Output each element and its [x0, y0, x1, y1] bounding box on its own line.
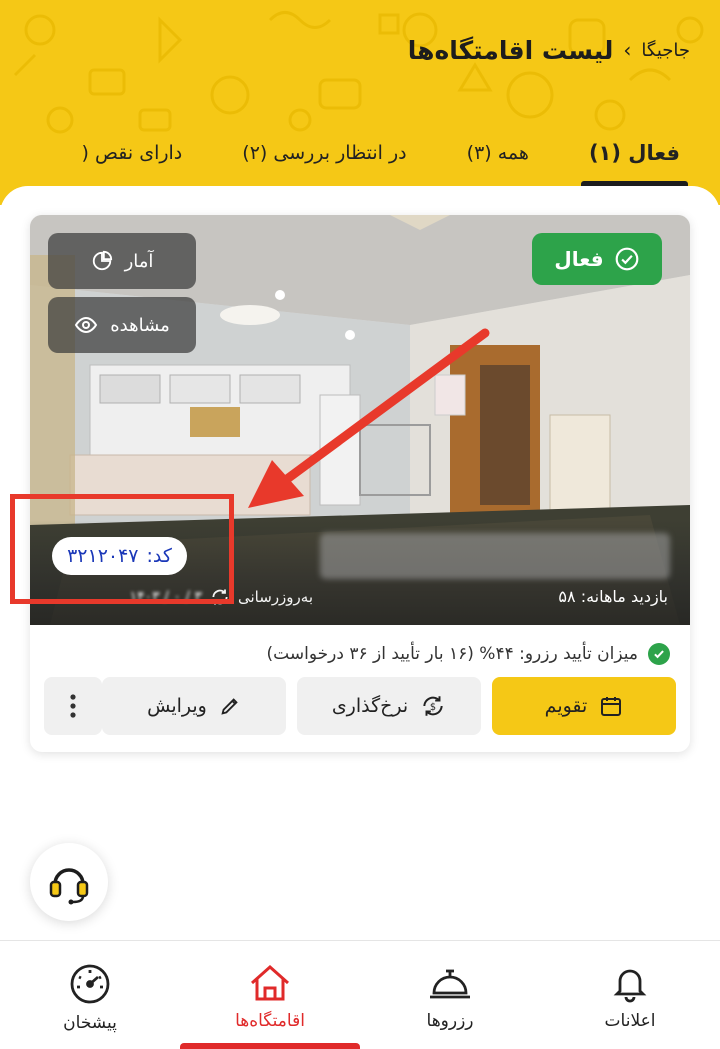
check-icon	[648, 643, 670, 665]
calendar-button-label: تقویم	[544, 695, 588, 717]
tab-active-label: فعال (۱)	[588, 141, 680, 165]
house-icon	[251, 964, 289, 1001]
eye-icon	[75, 316, 98, 334]
dashboard-gauge-icon	[70, 964, 110, 1004]
breadcrumb-root-link[interactable]: جاجیگا	[641, 40, 690, 61]
approval-rate: میزان تأیید رزرو: ۴۴% (۱۶ بار تأیید از ۳…	[267, 641, 670, 667]
monthly-visits: بازدید ماهانه: ۵۸	[558, 587, 668, 606]
listing-actions: تقویم $ نرخ‌گذاری ویرایش	[44, 677, 676, 735]
tab-active[interactable]: فعال (۱)	[580, 120, 688, 186]
nav-dashboard[interactable]: پیشخان	[0, 941, 180, 1049]
nav-active-indicator	[180, 1043, 360, 1049]
pie-chart-icon	[92, 250, 112, 271]
more-vertical-icon	[70, 694, 76, 718]
svg-text:$: $	[430, 702, 436, 713]
nav-accommodations-label: اقامتگاه‌ها	[235, 1011, 305, 1031]
annotation-highlight-box	[10, 494, 234, 604]
nav-dashboard-label: پیشخان	[63, 1013, 117, 1033]
nav-reservations[interactable]: رزروها	[360, 941, 540, 1049]
tab-all[interactable]: همه (۳)	[467, 120, 529, 186]
status-badge-label: فعال	[554, 247, 604, 271]
nav-accommodations[interactable]: اقامتگاه‌ها	[180, 941, 360, 1049]
price-sync-icon: $	[423, 696, 443, 716]
service-bell-icon	[430, 969, 470, 999]
nav-notifications[interactable]: اعلانات	[540, 941, 720, 1049]
nav-reservations-label: رزروها	[426, 1011, 474, 1031]
tab-incomplete-label: دارای نقص (	[81, 142, 183, 164]
tab-incomplete[interactable]: دارای نقص (	[82, 120, 183, 186]
approval-rate-text: میزان تأیید رزرو: ۴۴% (۱۶ بار تأیید از ۳…	[266, 644, 638, 664]
tab-all-label: همه (۳)	[466, 142, 529, 164]
edit-button[interactable]: ویرایش	[102, 677, 286, 735]
edit-button-label: ویرایش	[147, 695, 207, 717]
last-update-label: به‌روزرسانی	[238, 588, 314, 606]
more-options-button[interactable]	[44, 677, 102, 735]
pricing-button[interactable]: $ نرخ‌گذاری	[297, 677, 481, 735]
view-button-label: مشاهده	[110, 314, 170, 336]
status-badge: فعال	[532, 233, 662, 285]
bell-icon	[613, 969, 647, 1003]
page-title: لیست اقامتگاه‌ها	[407, 35, 614, 65]
view-button[interactable]: مشاهده	[48, 297, 196, 353]
pencil-icon	[221, 698, 238, 715]
chevron-right-icon: ›	[623, 38, 632, 62]
calendar-button[interactable]: تقویم	[492, 677, 676, 735]
check-circle-icon	[615, 247, 638, 271]
stats-button-label: آمار	[124, 250, 154, 272]
calendar-icon	[601, 697, 622, 716]
support-button[interactable]	[30, 843, 108, 921]
tab-pending-label: در انتظار بررسی (۲)	[242, 142, 407, 164]
stats-button[interactable]: آمار	[48, 233, 196, 289]
status-tabs: فعال (۱) همه (۳) در انتظار بررسی (۲) دار…	[0, 120, 720, 186]
listing-card: آمار مشاهده فعال کد: ۳۲۱۲۰۴۷ بازدید ماها…	[30, 215, 690, 752]
headset-icon	[49, 868, 89, 905]
listing-name-blurred	[320, 533, 670, 579]
nav-notifications-label: اعلانات	[604, 1011, 656, 1031]
pricing-button-label: نرخ‌گذاری	[331, 695, 409, 717]
breadcrumb: جاجیگا › لیست اقامتگاه‌ها	[408, 30, 690, 70]
bottom-nav: اعلانات رزروها اقامتگاه‌ها پیشخان	[0, 940, 720, 1049]
tab-pending-review[interactable]: در انتظار بررسی (۲)	[242, 120, 406, 186]
